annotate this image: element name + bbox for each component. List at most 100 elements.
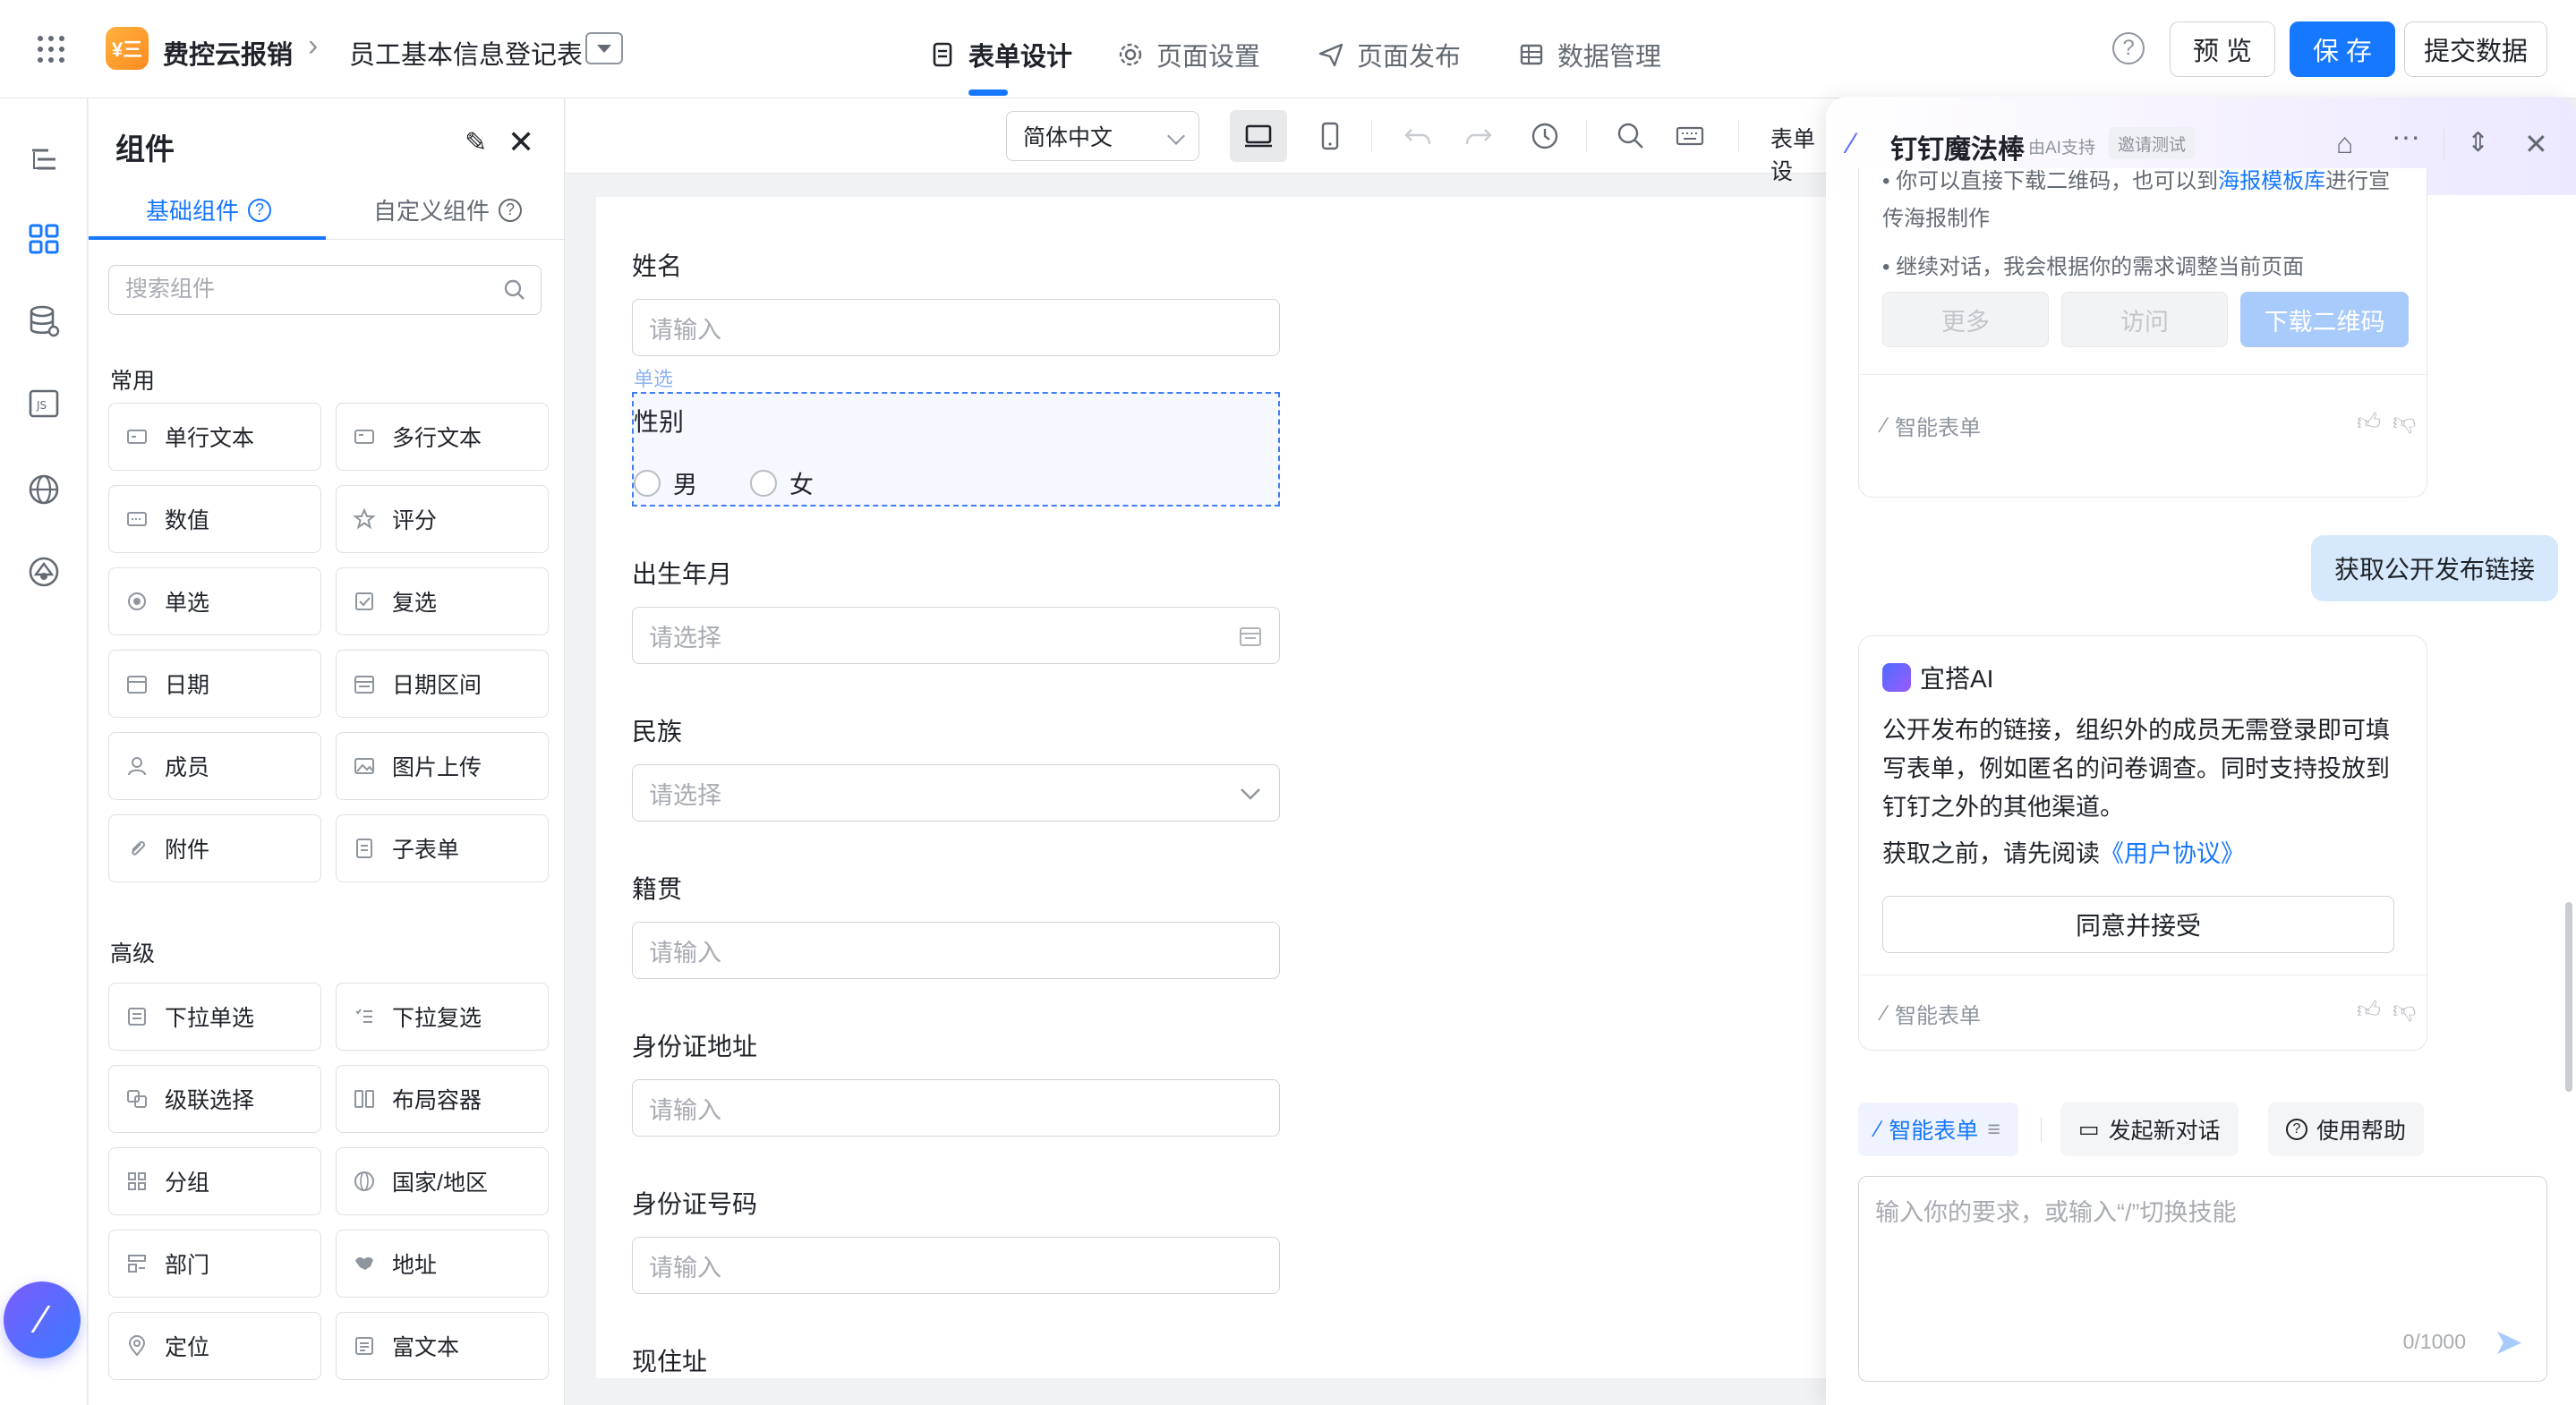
search-input[interactable] <box>125 277 483 302</box>
magic-wand-icon[interactable]: ⁄ <box>4 1282 81 1358</box>
question-icon[interactable]: ? <box>248 198 272 222</box>
user-icon <box>125 754 149 778</box>
question-icon[interactable]: ? <box>499 198 523 222</box>
home-icon[interactable]: ⌂ <box>2336 127 2353 160</box>
thumbs-down-icon[interactable]: 👎︎ <box>2393 408 2416 436</box>
more-button[interactable]: 更多 <box>1882 292 2049 347</box>
download-qrcode-button[interactable]: 下载二维码 <box>2240 292 2409 347</box>
outline-tree-icon[interactable] <box>27 143 61 177</box>
gender-field-selected[interactable]: 性别 男 女 <box>632 392 1280 507</box>
component-checkbox[interactable]: 复选 <box>336 567 549 635</box>
component-paperclip[interactable]: 附件 <box>108 814 321 882</box>
poster-template-link[interactable]: 海报模板库 <box>2218 169 2325 193</box>
skill-divider <box>2041 1117 2042 1142</box>
save-button[interactable]: 保 存 <box>2290 21 2395 77</box>
form-switch-dropdown-icon[interactable] <box>585 32 623 64</box>
redo-icon[interactable] <box>1461 118 1497 154</box>
search-icon[interactable] <box>1613 118 1649 154</box>
component-star[interactable]: 评分 <box>336 485 549 553</box>
name-input[interactable]: 请输入 <box>632 299 1280 356</box>
thumbs-up-icon[interactable]: 👍︎ <box>2357 408 2381 436</box>
component-dropdown-single[interactable]: 下拉单选 <box>108 983 321 1051</box>
id-number-input[interactable]: 请输入 <box>632 1237 1280 1294</box>
field-label: 身份证地址 <box>632 1033 758 1060</box>
data-source-icon[interactable] <box>27 304 61 338</box>
more-icon[interactable]: ··· <box>2392 120 2420 153</box>
component-dropdown-multi[interactable]: 下拉复选 <box>336 983 549 1051</box>
component-department[interactable]: 部门 <box>108 1230 321 1298</box>
tab-page-publish[interactable]: 页面发布 <box>1318 36 1461 73</box>
user-agreement-link[interactable]: 《用户协议》 <box>2100 840 2245 867</box>
component-calendar[interactable]: 日期 <box>108 650 321 718</box>
agree-accept-button[interactable]: 同意并接受 <box>1882 896 2394 953</box>
js-code-icon[interactable]: JS <box>27 387 61 421</box>
tab-form-design[interactable]: 表单设计 <box>929 36 1072 73</box>
skill-smart-form[interactable]: ⁄ 智能表单 ≡ <box>1858 1103 2018 1156</box>
component-layout[interactable]: 布局容器 <box>336 1065 549 1133</box>
native-place-input[interactable]: 请输入 <box>632 922 1280 979</box>
keyboard-icon[interactable] <box>1672 118 1708 154</box>
form-name[interactable]: 员工基本信息登记表 <box>349 34 583 72</box>
location-pin-icon <box>125 1334 149 1358</box>
send-icon[interactable]: ➤ <box>2493 1322 2523 1363</box>
radio-male[interactable]: 男 <box>634 465 697 500</box>
birth-date-picker[interactable]: 请选择 <box>632 607 1280 664</box>
component-label: 子表单 <box>392 838 460 863</box>
user-message: 获取公开发布链接 <box>2311 535 2559 601</box>
desktop-view-icon[interactable] <box>1230 110 1287 162</box>
component-user[interactable]: 成员 <box>108 732 321 800</box>
component-globe[interactable]: 国家/地区 <box>336 1147 549 1215</box>
component-label: 复选 <box>392 591 438 616</box>
component-rich-text[interactable]: 富文本 <box>336 1312 549 1380</box>
history-clock-icon[interactable] <box>1527 118 1563 154</box>
component-cascade[interactable]: 级联选择 <box>108 1065 321 1133</box>
group-title-common: 常用 <box>110 369 156 394</box>
preview-button[interactable]: 预 览 <box>2170 21 2275 77</box>
component-subform[interactable]: 子表单 <box>336 814 549 882</box>
components-icon[interactable] <box>27 222 61 256</box>
component-map[interactable]: 地址 <box>336 1230 549 1298</box>
id-address-input[interactable]: 请输入 <box>632 1079 1280 1137</box>
tab-basic-components[interactable]: 基础组件? <box>146 193 272 226</box>
tab-data-management[interactable]: 数据管理 <box>1518 36 1661 73</box>
thumbs-down-icon[interactable]: 👎︎ <box>2393 996 2416 1024</box>
pin-icon[interactable]: ✎ <box>465 127 487 158</box>
chat-scrollbar[interactable] <box>2565 902 2572 1092</box>
component-group[interactable]: 分组 <box>108 1147 321 1215</box>
component-single-line-text[interactable]: 单行文本 <box>108 403 321 471</box>
component-image[interactable]: 图片上传 <box>336 732 549 800</box>
tab-label: 页面设置 <box>1156 43 1261 72</box>
visit-button[interactable]: 访问 <box>2061 292 2228 347</box>
close-icon[interactable]: ✕ <box>2524 127 2548 161</box>
component-location-pin[interactable]: 定位 <box>108 1312 321 1380</box>
number-icon <box>125 507 149 531</box>
plugin-icon[interactable] <box>27 555 61 589</box>
radio-circle-icon <box>634 469 661 497</box>
app-grid-icon[interactable] <box>38 36 64 63</box>
tab-page-settings[interactable]: 页面设置 <box>1117 36 1260 73</box>
help-icon[interactable]: ? <box>2112 32 2145 64</box>
component-number[interactable]: 数值 <box>108 485 321 553</box>
component-date-range[interactable]: 日期区间 <box>336 650 549 718</box>
tab-custom-components[interactable]: 自定义组件? <box>373 193 523 226</box>
mobile-view-icon[interactable] <box>1312 118 1348 154</box>
ethnicity-select[interactable]: 请选择 <box>632 764 1280 822</box>
skill-new-chat[interactable]: ▭ 发起新对话 <box>2060 1103 2239 1156</box>
image-icon <box>353 754 376 778</box>
field-label: 民族 <box>632 718 683 745</box>
component-label: 富文本 <box>392 1335 460 1360</box>
component-multi-line-text[interactable]: 多行文本 <box>336 403 549 471</box>
component-radio[interactable]: 单选 <box>108 567 321 635</box>
close-icon[interactable]: ✕ <box>508 123 534 161</box>
thumbs-up-icon[interactable]: 👍︎ <box>2357 996 2381 1024</box>
undo-icon[interactable] <box>1400 118 1436 154</box>
language-select[interactable]: 简体中文 <box>1006 111 1199 161</box>
globe-icon[interactable] <box>27 473 61 507</box>
component-label: 下拉复选 <box>392 1006 482 1031</box>
skill-help[interactable]: ? 使用帮助 <box>2268 1103 2425 1156</box>
submit-data-button[interactable]: 提交数据 <box>2404 21 2547 77</box>
search-icon[interactable] <box>503 278 526 302</box>
app-name[interactable]: 费控云报销 <box>163 34 293 72</box>
collapse-icon[interactable]: ⇕ <box>2467 127 2489 158</box>
radio-female[interactable]: 女 <box>750 465 814 500</box>
